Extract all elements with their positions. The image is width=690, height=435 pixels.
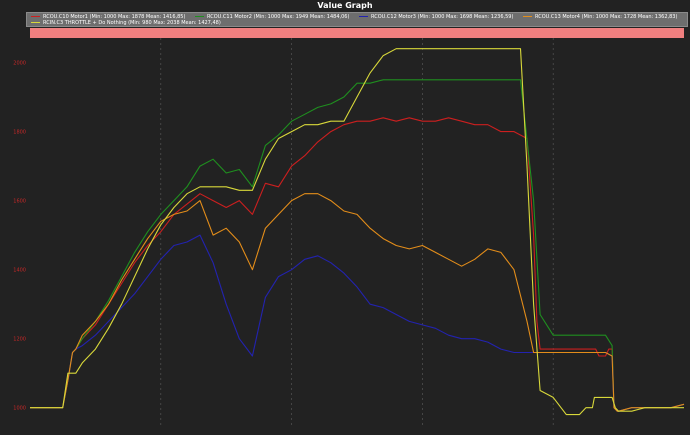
- highlight-band: [30, 28, 684, 38]
- y-tick-label: 1600: [13, 199, 26, 205]
- series-line-5: [30, 48, 684, 416]
- plot-area: 1000 1200 1400 1600 1800 2000: [13, 28, 685, 425]
- series-line-4: [30, 193, 685, 412]
- series-line-2: [30, 79, 685, 412]
- y-tick-label: 1000: [13, 406, 26, 412]
- y-tick-label: 1400: [13, 268, 26, 274]
- y-tick-label: 1800: [13, 130, 26, 136]
- series-line-3: [30, 234, 685, 412]
- y-tick-label: 2000: [13, 61, 26, 67]
- y-tick-label: 1200: [13, 337, 26, 343]
